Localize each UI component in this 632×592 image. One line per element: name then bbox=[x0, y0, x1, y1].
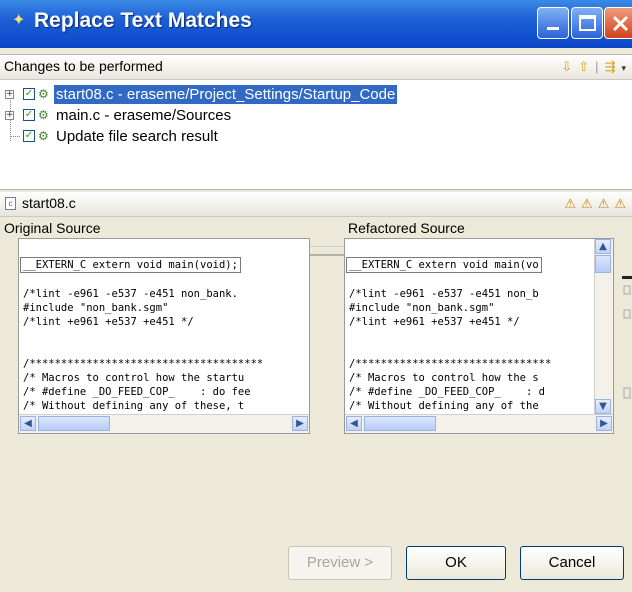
code-line: /*lint -e961 -e537 -e451 non_b bbox=[349, 288, 539, 300]
tree-item-main[interactable]: + ✓ ⚙ main.c - eraseme/Sources bbox=[0, 106, 470, 126]
original-source-title: Original Source bbox=[4, 220, 101, 236]
previous-change-icon[interactable]: ⇧ bbox=[578, 59, 589, 74]
code-line: /* #define _DO_FEED_COP_ : d bbox=[349, 386, 545, 398]
next-difference-icon[interactable]: ⚠ bbox=[598, 196, 610, 211]
refactored-source-code[interactable]: __EXTERN_C extern void main(vo /*lint -e… bbox=[346, 243, 552, 433]
changes-title: Changes to be performed bbox=[4, 58, 163, 74]
tree-item-label: Update file search result bbox=[56, 128, 218, 145]
tree-item-start08[interactable]: + ✓ ⚙ start08.c - eraseme/Project_Settin… bbox=[0, 85, 470, 105]
refactored-vertical-scrollbar[interactable]: ▲ ▼ bbox=[594, 239, 613, 417]
tree-item-label: main.c - eraseme/Sources bbox=[56, 107, 232, 124]
compare-file-bar: c start08.c ⚠ ⚠ ⚠ ⚠ bbox=[0, 192, 632, 217]
connector-lines bbox=[310, 246, 344, 256]
changes-toolbar: ⇩ ⇧ | ⇶ ▾ bbox=[561, 59, 626, 74]
copy-right-icon[interactable]: ⚠ bbox=[581, 196, 593, 211]
code-line: /*lint -e961 -e537 -e451 non_bank. bbox=[23, 288, 238, 300]
scroll-thumb[interactable] bbox=[595, 255, 611, 273]
compare-toolbar: ⚠ ⚠ ⚠ ⚠ bbox=[559, 196, 626, 212]
close-button[interactable] bbox=[604, 7, 632, 39]
scroll-down-icon[interactable]: ▼ bbox=[595, 399, 611, 414]
scroll-left-icon[interactable]: ◀ bbox=[346, 416, 362, 431]
previous-difference-icon[interactable]: ⚠ bbox=[614, 196, 626, 211]
refactored-source-title: Refactored Source bbox=[348, 220, 465, 236]
minimize-button[interactable] bbox=[537, 7, 569, 39]
overview-markers bbox=[622, 276, 632, 399]
scroll-right-icon[interactable]: ▶ bbox=[596, 416, 612, 431]
code-line: /*lint +e961 +e537 +e451 */ bbox=[349, 316, 520, 328]
item-checkbox[interactable]: ✓ bbox=[23, 109, 35, 121]
code-line: /* Macros to control how the startu bbox=[23, 372, 245, 384]
refactored-horizontal-scrollbar[interactable]: ◀ ▶ bbox=[345, 414, 613, 433]
copy-left-icon[interactable]: ⚠ bbox=[564, 196, 576, 211]
tree-item-update-search[interactable]: ✓ ⚙ Update file search result bbox=[0, 127, 470, 147]
item-checkbox[interactable]: ✓ bbox=[23, 130, 35, 142]
scroll-up-icon[interactable]: ▲ bbox=[595, 239, 611, 254]
tree-item-label: start08.c - eraseme/Project_Settings/Sta… bbox=[54, 85, 398, 104]
filter-icon[interactable]: ⇶ bbox=[605, 59, 616, 74]
maximize-button[interactable] bbox=[571, 7, 603, 39]
changes-panel: Changes to be performed ⇩ ⇧ | ⇶ ▾ + ✓ ⚙ star… bbox=[0, 54, 632, 190]
changes-header: Changes to be performed ⇩ ⇧ | ⇶ ▾ bbox=[0, 55, 632, 80]
code-line: __EXTERN_C extern void main(void); bbox=[20, 257, 241, 273]
code-line: /************************************* bbox=[23, 358, 264, 370]
code-line: /* Without defining any of the bbox=[349, 400, 539, 412]
item-checkbox[interactable]: ✓ bbox=[23, 88, 35, 100]
code-line: /* Macros to control how the s bbox=[349, 372, 539, 384]
original-source-code[interactable]: __EXTERN_C extern void main(void); /*lin… bbox=[20, 243, 264, 433]
window-title: Replace Text Matches bbox=[34, 9, 252, 32]
file-change-icon: ⚙ bbox=[38, 87, 49, 101]
maximize-icon bbox=[579, 15, 596, 31]
code-line: /* Without defining any of these, t bbox=[23, 400, 245, 412]
original-horizontal-scrollbar[interactable]: ◀ ▶ bbox=[19, 414, 309, 433]
search-result-icon: ⚙ bbox=[38, 129, 49, 143]
minimize-icon bbox=[547, 27, 559, 30]
expand-icon[interactable]: + bbox=[5, 90, 14, 99]
ok-button[interactable]: OK bbox=[406, 546, 506, 580]
close-icon bbox=[612, 15, 629, 32]
replace-text-matches-dialog: ✦ Replace Text Matches Changes to be per… bbox=[0, 0, 632, 592]
code-line: __EXTERN_C extern void main(vo bbox=[346, 257, 542, 273]
compare-file-name: start08.c bbox=[22, 195, 76, 211]
difference-connector bbox=[310, 238, 344, 434]
title-bar[interactable]: ✦ Replace Text Matches bbox=[0, 0, 632, 48]
tree-guide-branch bbox=[10, 136, 20, 137]
preview-button[interactable]: Preview > bbox=[288, 546, 392, 580]
code-line: #include "non_bank.sgm" bbox=[23, 302, 169, 314]
scroll-thumb[interactable] bbox=[364, 416, 436, 431]
c-file-icon: c bbox=[5, 197, 16, 210]
code-line: /* #define _DO_FEED_COP_ : do fee bbox=[23, 386, 251, 398]
code-line: #include "non_bank.sgm" bbox=[349, 302, 495, 314]
file-change-icon: ⚙ bbox=[38, 108, 49, 122]
code-line: /******************************* bbox=[349, 358, 552, 370]
code-line: /*lint +e961 +e537 +e451 */ bbox=[23, 316, 194, 328]
scroll-thumb[interactable] bbox=[38, 416, 110, 431]
cancel-button[interactable]: Cancel bbox=[520, 546, 624, 580]
refactored-source-pane[interactable]: __EXTERN_C extern void main(vo /*lint -e… bbox=[344, 238, 614, 434]
scroll-left-icon[interactable]: ◀ bbox=[20, 416, 36, 431]
compare-viewer: c start08.c ⚠ ⚠ ⚠ ⚠ Original Source Refacto… bbox=[0, 192, 632, 462]
next-change-icon[interactable]: ⇩ bbox=[561, 59, 572, 74]
difference-overview-ruler[interactable] bbox=[614, 238, 632, 414]
scroll-right-icon[interactable]: ▶ bbox=[292, 416, 308, 431]
original-source-pane[interactable]: __EXTERN_C extern void main(void); /*lin… bbox=[18, 238, 310, 434]
menu-chevron-icon[interactable]: ▾ bbox=[621, 63, 626, 73]
expand-icon[interactable]: + bbox=[5, 111, 14, 120]
app-icon: ✦ bbox=[12, 12, 26, 29]
